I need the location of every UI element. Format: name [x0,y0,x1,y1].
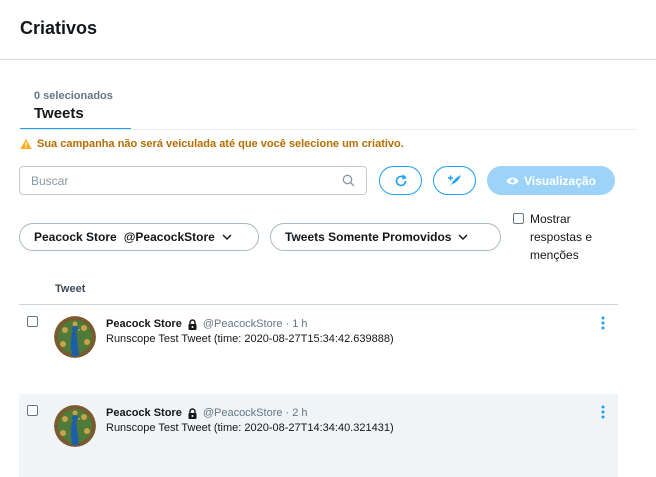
account-dropdown[interactable]: Peacock Store @PeacockStore [19,223,259,251]
table-row[interactable]: Peacock Store @PeacockStore · 1 h Runsco… [19,305,618,394]
table-row[interactable]: Peacock Store @PeacockStore · 2 h Runsco… [19,394,618,477]
lock-icon [188,407,197,419]
warning-text: Sua campanha não será veiculada até que … [37,138,404,150]
avatar [54,316,96,358]
warning-message: Sua campanha não será veiculada até que … [20,138,404,150]
chevron-down-icon [222,234,232,240]
tweet-text: Runscope Test Tweet (time: 2020-08-27T14… [106,422,394,434]
compose-tweet-button[interactable] [433,166,476,195]
row-checkbox[interactable] [27,316,38,327]
page-title: Criativos [20,18,98,38]
search-box[interactable] [19,166,367,195]
compose-icon [447,174,461,187]
account-handle: @PeacockStore [123,230,215,244]
tweet-type-dropdown[interactable]: Tweets Somente Promovidos [270,223,501,251]
show-replies-toggle[interactable]: Mostrar respostas e menções [513,210,623,264]
avatar [54,405,96,447]
selected-count: 0 selecionados [34,90,113,102]
refresh-button[interactable] [379,166,422,195]
chevron-down-icon [458,234,468,240]
show-replies-label: Mostrar respostas e menções [530,212,593,262]
refresh-icon [395,174,407,186]
tweet-type-label: Tweets Somente Promovidos [285,230,452,244]
search-input[interactable] [20,167,366,194]
more-vertical-icon[interactable] [600,404,606,420]
tweet-author: Peacock Store [106,318,182,330]
account-name: Peacock Store [34,230,117,244]
table-header: Tweet [19,275,618,305]
tweet-header: Peacock Store @PeacockStore · 1 h [106,318,308,330]
tab-tweets[interactable]: 0 selecionados Tweets [20,88,131,130]
preview-label: Visualização [524,173,596,188]
preview-button[interactable]: Visualização [487,166,615,195]
tweet-header: Peacock Store @PeacockStore · 2 h [106,407,308,419]
tweet-text: Runscope Test Tweet (time: 2020-08-27T15… [106,333,394,345]
warning-icon [20,138,32,149]
more-vertical-icon[interactable] [600,315,606,331]
search-icon[interactable] [342,174,355,187]
row-checkbox[interactable] [27,405,38,416]
column-tweet: Tweet [55,283,86,295]
page-header: Criativos [0,0,656,60]
lock-icon [188,318,197,330]
show-replies-checkbox[interactable] [513,213,524,224]
tab-divider [20,129,637,130]
tweet-author: Peacock Store [106,407,182,419]
tweet-meta: @PeacockStore · 1 h [202,318,308,330]
tab-label: Tweets [34,105,84,122]
eye-icon [506,177,519,184]
tweet-meta: @PeacockStore · 2 h [202,407,308,419]
